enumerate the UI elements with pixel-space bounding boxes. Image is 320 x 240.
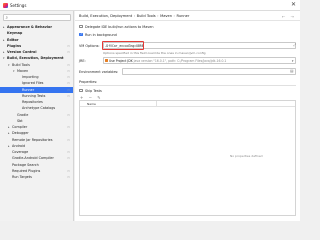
document-icon[interactable]: ▤ xyxy=(290,69,293,73)
jdk-icon xyxy=(105,59,108,62)
breadcrumb-part[interactable]: Build, Execution, Deployment xyxy=(79,14,132,18)
settings-tree: ▸ Appearance & Behavior Keymap ▸ Editor Plugi… xyxy=(0,24,73,180)
env-variables-field[interactable]: ▤ xyxy=(122,68,296,75)
back-forward-arrows-icon[interactable]: ← → xyxy=(282,14,296,19)
breadcrumb-separator: › xyxy=(157,14,159,18)
title-bar: Settings ✕ xyxy=(0,0,300,11)
expand-icon[interactable]: ⤢ xyxy=(293,43,296,47)
project-scope-icon: ▭ xyxy=(67,175,70,179)
chevron-down-icon: ▾ xyxy=(291,58,294,63)
search-icon: ⌕ xyxy=(5,16,9,21)
breadcrumb-separator: › xyxy=(133,14,136,18)
jre-label: JRE: xyxy=(79,58,86,63)
close-icon[interactable]: ✕ xyxy=(291,1,296,8)
window-title: Settings xyxy=(10,3,27,8)
properties-table[interactable]: Name No properties defined xyxy=(79,100,296,216)
jre-detail: java version "16.0.1", path: C:/Program … xyxy=(133,58,227,63)
jre-value[interactable]: Use Project JDK java version "16.0.1", p… xyxy=(105,59,226,63)
breadcrumb-part[interactable]: Maven xyxy=(160,14,172,18)
intellij-logo-icon xyxy=(3,3,8,8)
column-divider xyxy=(156,101,157,107)
skip-tests-checkbox[interactable] xyxy=(79,88,83,93)
env-variables-label: Environment variables: xyxy=(79,69,119,74)
column-header-name[interactable]: Name xyxy=(87,102,96,106)
vm-options-hint: Options specified in this field override… xyxy=(103,50,206,55)
table-header: Name xyxy=(80,101,295,107)
sidebar-item[interactable]: Run Targets ▭ xyxy=(0,174,73,180)
breadcrumb-bar: Build, Execution, Deployment › Build Tools… xyxy=(75,11,300,21)
empty-table-message: No properties defined xyxy=(230,154,263,158)
run-background-label: Run in background xyxy=(85,32,117,37)
properties-label: Properties: xyxy=(79,80,98,84)
delegate-label: Delegate IDE build/run actions to Maven xyxy=(85,24,154,29)
skip-tests-label: Skip Tests xyxy=(85,88,102,93)
runner-settings-panel: Build, Execution, Deployment › Build Tools… xyxy=(75,11,300,221)
breadcrumb-part: Runner xyxy=(176,14,190,18)
jre-selected: Use Project JDK xyxy=(109,58,133,63)
settings-search-input[interactable]: ⌕ xyxy=(3,14,71,21)
sidebar-item-label: Run Targets xyxy=(12,175,32,179)
vm-options-highlight-box xyxy=(102,41,144,50)
vm-options-label: VM Options: xyxy=(79,43,100,48)
settings-sidebar: ⌕ ▸ Appearance & Behavior Keymap ▸ Editor Plu… xyxy=(0,11,74,221)
divider xyxy=(79,85,296,86)
breadcrumb-separator: › xyxy=(173,14,175,18)
delegate-checkbox[interactable] xyxy=(79,24,83,29)
run-background-checkbox[interactable] xyxy=(79,32,83,37)
breadcrumb: Build, Execution, Deployment › Build Tools… xyxy=(79,14,189,18)
breadcrumb-part[interactable]: Build Tools xyxy=(137,14,156,18)
